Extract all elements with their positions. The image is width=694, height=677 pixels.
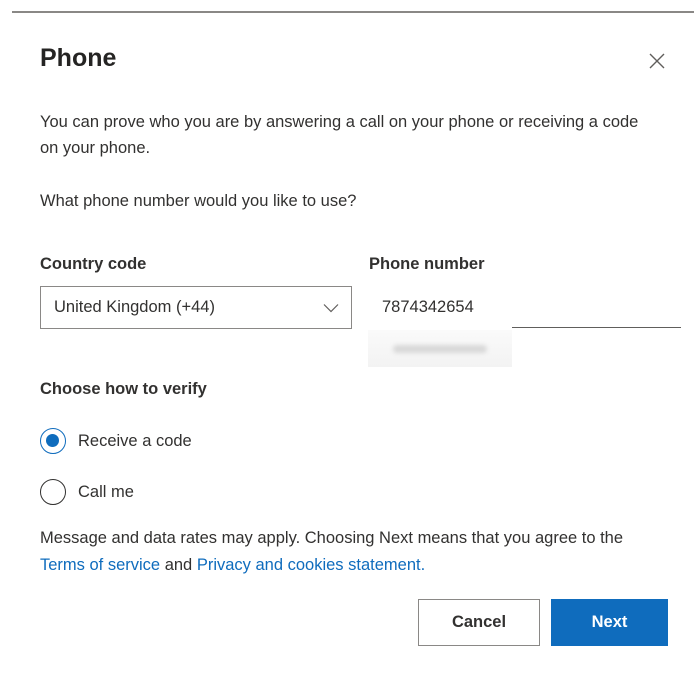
country-code-value: United Kingdom (+44) <box>54 298 215 316</box>
next-button[interactable]: Next <box>551 599 668 646</box>
disclaimer-prefix: Message and data rates may apply. Choosi… <box>40 529 624 547</box>
privacy-statement-link[interactable]: Privacy and cookies statement. <box>197 556 425 574</box>
verify-heading: Choose how to verify <box>40 380 207 398</box>
cancel-button[interactable]: Cancel <box>418 599 540 646</box>
phone-number-input[interactable] <box>368 286 512 328</box>
radio-call-me-label: Call me <box>78 482 134 501</box>
radio-unselected-icon[interactable] <box>40 479 66 505</box>
country-code-select[interactable]: United Kingdom (+44) <box>40 286 352 329</box>
radio-receive-code-label: Receive a code <box>78 431 192 450</box>
dialog-title: Phone <box>40 44 117 72</box>
intro-text: You can prove who you are by answering a… <box>40 113 639 157</box>
radio-selected-icon[interactable] <box>40 428 66 454</box>
disclaimer-text: Message and data rates may apply. Choosi… <box>40 525 660 579</box>
phone-number-label: Phone number <box>369 255 485 273</box>
terms-of-service-link[interactable]: Terms of service <box>40 556 160 574</box>
disclaimer-middle: and <box>160 556 197 574</box>
close-button[interactable] <box>642 46 672 76</box>
radio-call-me[interactable]: Call me <box>40 479 134 505</box>
chevron-down-icon <box>311 303 351 313</box>
country-code-label: Country code <box>40 255 147 273</box>
radio-receive-code[interactable]: Receive a code <box>40 428 192 454</box>
top-divider <box>12 11 694 13</box>
redacted-region <box>368 330 512 367</box>
phone-number-underline <box>512 327 681 328</box>
close-icon <box>649 53 665 69</box>
phone-question: What phone number would you like to use? <box>40 192 357 210</box>
